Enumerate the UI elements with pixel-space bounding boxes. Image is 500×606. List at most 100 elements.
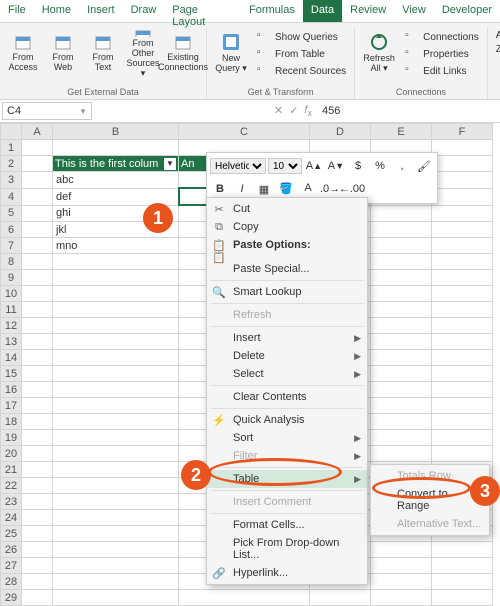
cell-B22[interactable] xyxy=(53,478,179,494)
from-web-button[interactable]: From Web xyxy=(44,27,82,79)
row-header-29[interactable]: 29 xyxy=(1,590,22,606)
cancel-icon[interactable]: ✕ xyxy=(274,104,283,118)
cell-B11[interactable] xyxy=(53,302,179,318)
cell-E27[interactable] xyxy=(371,558,432,574)
cell-B10[interactable] xyxy=(53,286,179,302)
cell-B28[interactable] xyxy=(53,574,179,590)
cell-E10[interactable] xyxy=(371,286,432,302)
col-header-A[interactable]: A xyxy=(22,124,53,140)
row-header-21[interactable]: 21 xyxy=(1,462,22,478)
cell-B17[interactable] xyxy=(53,398,179,414)
cell-B7[interactable]: mno xyxy=(53,238,179,254)
cell-B12[interactable] xyxy=(53,318,179,334)
cell-A29[interactable] xyxy=(22,590,53,606)
cell-F5[interactable] xyxy=(432,205,493,222)
row-header-4[interactable]: 4 xyxy=(1,188,22,205)
menu-table[interactable]: Table▶ xyxy=(207,470,367,488)
new-query-button[interactable]: New Query ▾ xyxy=(211,27,251,79)
cell-B13[interactable] xyxy=(53,334,179,350)
cell-A26[interactable] xyxy=(22,542,53,558)
row-header-1[interactable]: 1 xyxy=(1,140,22,156)
tab-data[interactable]: Data xyxy=(303,0,342,22)
menu-smart-lookup[interactable]: 🔍Smart Lookup xyxy=(207,283,367,301)
cell-B20[interactable] xyxy=(53,446,179,462)
cell-E29[interactable] xyxy=(371,590,432,606)
cell-A12[interactable] xyxy=(22,318,53,334)
row-header-24[interactable]: 24 xyxy=(1,510,22,526)
cell-B3[interactable]: abc xyxy=(53,172,179,189)
cell-F1[interactable] xyxy=(432,140,493,156)
tab-page-layout[interactable]: Page Layout xyxy=(164,0,241,22)
cell-E20[interactable] xyxy=(371,446,432,462)
cell-B24[interactable] xyxy=(53,510,179,526)
cell-A4[interactable] xyxy=(22,188,53,205)
cell-A7[interactable] xyxy=(22,238,53,254)
cell-B2[interactable]: This is the first colum▼ xyxy=(53,156,179,172)
cell-B25[interactable] xyxy=(53,526,179,542)
cell-B29[interactable] xyxy=(53,590,179,606)
cell-E28[interactable] xyxy=(371,574,432,590)
menu-format-cells-[interactable]: Format Cells... xyxy=(207,516,367,534)
tab-review[interactable]: Review xyxy=(342,0,394,22)
italic-button[interactable]: I xyxy=(232,179,252,199)
cell-A27[interactable] xyxy=(22,558,53,574)
menu-insert[interactable]: Insert▶ xyxy=(207,329,367,347)
row-header-3[interactable]: 3 xyxy=(1,172,22,189)
cell-F16[interactable] xyxy=(432,382,493,398)
existing-connections-button[interactable]: Existing Connections xyxy=(164,27,202,79)
cell-F2[interactable] xyxy=(432,156,493,172)
row-header-12[interactable]: 12 xyxy=(1,318,22,334)
recent-sources-button[interactable]: ▫Recent Sources xyxy=(255,63,348,79)
cell-E14[interactable] xyxy=(371,350,432,366)
row-header-17[interactable]: 17 xyxy=(1,398,22,414)
from-access-button[interactable]: From Access xyxy=(4,27,42,79)
dropdown-icon[interactable]: ▼ xyxy=(79,107,87,116)
cell-A16[interactable] xyxy=(22,382,53,398)
cell-A8[interactable] xyxy=(22,254,53,270)
tab-formulas[interactable]: Formulas xyxy=(241,0,303,22)
cell-A25[interactable] xyxy=(22,526,53,542)
cell-B16[interactable] xyxy=(53,382,179,398)
cell-F3[interactable] xyxy=(432,172,493,189)
row-header-23[interactable]: 23 xyxy=(1,494,22,510)
row-header-18[interactable]: 18 xyxy=(1,414,22,430)
cell-B23[interactable] xyxy=(53,494,179,510)
font-select[interactable]: Helvetica xyxy=(210,158,266,174)
cell-E18[interactable] xyxy=(371,414,432,430)
cell-A22[interactable] xyxy=(22,478,53,494)
cell-F6[interactable] xyxy=(432,222,493,238)
row-header-7[interactable]: 7 xyxy=(1,238,22,254)
tab-developer[interactable]: Developer xyxy=(434,0,500,22)
row-header-14[interactable]: 14 xyxy=(1,350,22,366)
cell-E6[interactable] xyxy=(371,222,432,238)
tab-home[interactable]: Home xyxy=(34,0,79,22)
size-select[interactable]: 10 xyxy=(268,158,302,174)
row-header-2[interactable]: 2 xyxy=(1,156,22,172)
cell-A18[interactable] xyxy=(22,414,53,430)
cell-E13[interactable] xyxy=(371,334,432,350)
cell-B14[interactable] xyxy=(53,350,179,366)
cell-F28[interactable] xyxy=(432,574,493,590)
cell-A10[interactable] xyxy=(22,286,53,302)
connections-button[interactable]: ▫Connections xyxy=(403,29,481,45)
cell-F7[interactable] xyxy=(432,238,493,254)
cell-F19[interactable] xyxy=(432,430,493,446)
col-header-F[interactable]: F xyxy=(432,124,493,140)
cell-F13[interactable] xyxy=(432,334,493,350)
cell-F18[interactable] xyxy=(432,414,493,430)
enter-icon[interactable]: ✓ xyxy=(289,104,298,118)
row-header-6[interactable]: 6 xyxy=(1,222,22,238)
cell-E11[interactable] xyxy=(371,302,432,318)
cell-B26[interactable] xyxy=(53,542,179,558)
cell-E19[interactable] xyxy=(371,430,432,446)
tab-file[interactable]: File xyxy=(0,0,34,22)
cell-A28[interactable] xyxy=(22,574,53,590)
fx-icon[interactable]: fx xyxy=(304,104,312,118)
row-header-19[interactable]: 19 xyxy=(1,430,22,446)
menu-quick-analysis[interactable]: ⚡Quick Analysis xyxy=(207,411,367,429)
menu-sort[interactable]: Sort▶ xyxy=(207,429,367,447)
menu-select[interactable]: Select▶ xyxy=(207,365,367,383)
cell-F15[interactable] xyxy=(432,366,493,382)
cell-F10[interactable] xyxy=(432,286,493,302)
cell-F8[interactable] xyxy=(432,254,493,270)
